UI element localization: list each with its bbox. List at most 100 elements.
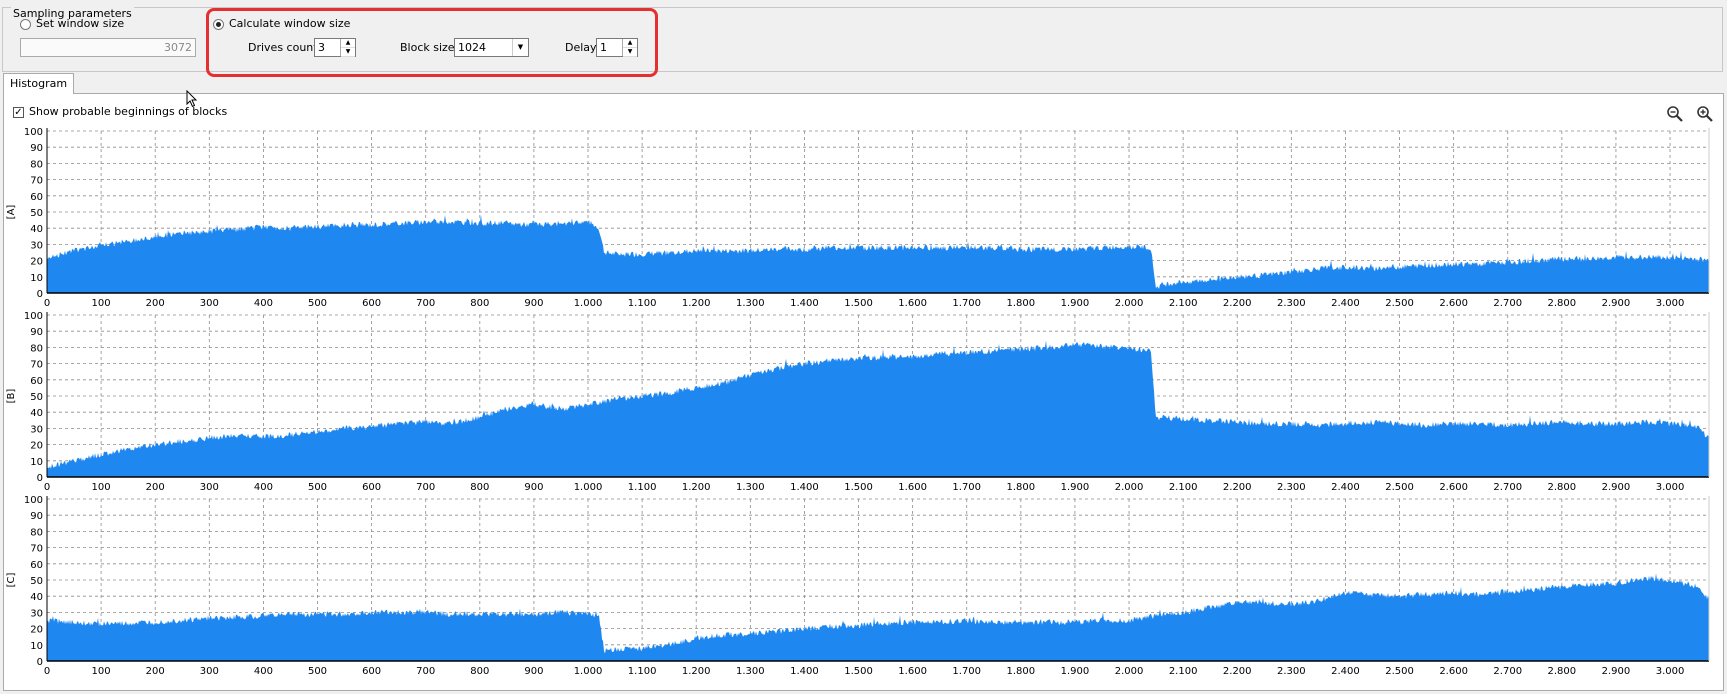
- y-tick-label: 50: [30, 576, 43, 587]
- y-tick-label: 30: [30, 424, 43, 435]
- histogram-charts: 01020304050607080901000 100 200 300 400 500 60…: [6, 127, 1710, 677]
- y-tick-label: 70: [30, 176, 43, 187]
- y-tick-label: 40: [30, 224, 43, 235]
- x-tick-label: 2.900: [1602, 666, 1631, 677]
- x-tick-label: 2.700: [1493, 482, 1522, 493]
- x-tick-label: 1.600: [898, 482, 927, 493]
- y-tick-label: 80: [30, 159, 43, 170]
- x-tick-label: 300: [200, 482, 219, 493]
- x-tick-label: 1.000: [574, 482, 603, 493]
- x-tick-label: 0: [44, 666, 50, 677]
- x-tick-label: 1.800: [1007, 298, 1036, 309]
- x-tick-label: 300: [200, 298, 219, 309]
- x-tick-label: 1.000: [574, 298, 603, 309]
- x-tick-label: 2.700: [1493, 666, 1522, 677]
- x-tick-label: 100: [92, 666, 111, 677]
- x-tick-label: 400: [254, 298, 273, 309]
- x-tick-label: 1.300: [736, 482, 765, 493]
- y-tick-label: 30: [30, 240, 43, 251]
- x-tick-label: 1.400: [790, 298, 819, 309]
- x-tick-label: 1.200: [682, 482, 711, 493]
- y-tick-label: 30: [30, 608, 43, 619]
- x-tick-label: 2.000: [1115, 666, 1144, 677]
- x-tick-label: 3.000: [1656, 666, 1685, 677]
- x-tick-label: 1.700: [952, 482, 981, 493]
- x-tick-label: 2.000: [1115, 298, 1144, 309]
- x-tick-label: 600: [362, 298, 381, 309]
- x-tick-label: 600: [362, 666, 381, 677]
- x-tick-label: 1.300: [736, 666, 765, 677]
- x-tick-label: 400: [254, 666, 273, 677]
- x-tick-label: 1.600: [898, 298, 927, 309]
- y-tick-label: 40: [30, 592, 43, 603]
- x-tick-label: 2.200: [1223, 666, 1252, 677]
- y-tick-label: 10: [30, 641, 43, 652]
- x-tick-label: 500: [308, 298, 327, 309]
- y-tick-label: 90: [30, 511, 43, 522]
- x-tick-label: 800: [470, 298, 489, 309]
- y-tick-label: 0: [37, 473, 43, 484]
- x-tick-label: 2.500: [1385, 482, 1414, 493]
- x-tick-label: 2.900: [1602, 482, 1631, 493]
- x-tick-label: 400: [254, 482, 273, 493]
- x-tick-label: 200: [146, 482, 165, 493]
- x-tick-label: 2.100: [1169, 482, 1198, 493]
- y-tick-label: 100: [24, 495, 43, 506]
- x-tick-label: 2.700: [1493, 298, 1522, 309]
- x-tick-label: 1.100: [628, 298, 657, 309]
- y-tick-label: 20: [30, 625, 43, 636]
- x-tick-label: 1.400: [790, 666, 819, 677]
- x-tick-label: 2.800: [1548, 298, 1577, 309]
- x-tick-label: 2.600: [1439, 666, 1468, 677]
- x-tick-label: 700: [416, 298, 435, 309]
- x-tick-label: 900: [524, 482, 543, 493]
- y-axis-label: [A]: [6, 205, 17, 220]
- x-tick-label: 1.800: [1007, 482, 1036, 493]
- x-tick-label: 0: [44, 298, 50, 309]
- y-tick-label: 10: [30, 273, 43, 284]
- x-tick-label: 1.500: [844, 482, 873, 493]
- x-tick-label: 1.500: [844, 666, 873, 677]
- x-tick-label: 1.900: [1061, 666, 1090, 677]
- y-tick-label: 0: [37, 657, 43, 668]
- x-tick-label: 2.600: [1439, 482, 1468, 493]
- y-tick-label: 40: [30, 408, 43, 419]
- x-tick-label: 1.600: [898, 666, 927, 677]
- x-tick-label: 2.400: [1331, 482, 1360, 493]
- x-tick-label: 2.200: [1223, 298, 1252, 309]
- y-tick-label: 60: [30, 192, 43, 203]
- y-tick-label: 80: [30, 527, 43, 538]
- x-tick-label: 1.700: [952, 666, 981, 677]
- x-tick-label: 600: [362, 482, 381, 493]
- x-tick-label: 1.000: [574, 666, 603, 677]
- y-axis-label: [B]: [6, 389, 17, 404]
- x-tick-label: 2.800: [1548, 666, 1577, 677]
- x-tick-label: 2.500: [1385, 298, 1414, 309]
- y-tick-label: 90: [30, 143, 43, 154]
- x-tick-label: 1.300: [736, 298, 765, 309]
- x-tick-label: 1.100: [628, 482, 657, 493]
- y-tick-label: 100: [24, 311, 43, 322]
- x-tick-label: 1.900: [1061, 298, 1090, 309]
- x-tick-label: 2.100: [1169, 298, 1198, 309]
- x-tick-label: 3.000: [1656, 298, 1685, 309]
- x-tick-label: 900: [524, 666, 543, 677]
- y-tick-label: 80: [30, 343, 43, 354]
- y-tick-label: 70: [30, 360, 43, 371]
- x-tick-label: 200: [146, 666, 165, 677]
- x-tick-label: 2.900: [1602, 298, 1631, 309]
- x-tick-label: 1.800: [1007, 666, 1036, 677]
- x-tick-label: 2.400: [1331, 298, 1360, 309]
- x-tick-label: 500: [308, 666, 327, 677]
- y-tick-label: 90: [30, 327, 43, 338]
- x-tick-label: 1.200: [682, 298, 711, 309]
- x-tick-label: 1.500: [844, 298, 873, 309]
- y-tick-label: 10: [30, 457, 43, 468]
- x-tick-label: 2.800: [1548, 482, 1577, 493]
- x-tick-label: 2.200: [1223, 482, 1252, 493]
- x-tick-label: 800: [470, 482, 489, 493]
- x-tick-label: 200: [146, 298, 165, 309]
- x-tick-label: 500: [308, 482, 327, 493]
- x-tick-label: 1.100: [628, 666, 657, 677]
- x-tick-label: 0: [44, 482, 50, 493]
